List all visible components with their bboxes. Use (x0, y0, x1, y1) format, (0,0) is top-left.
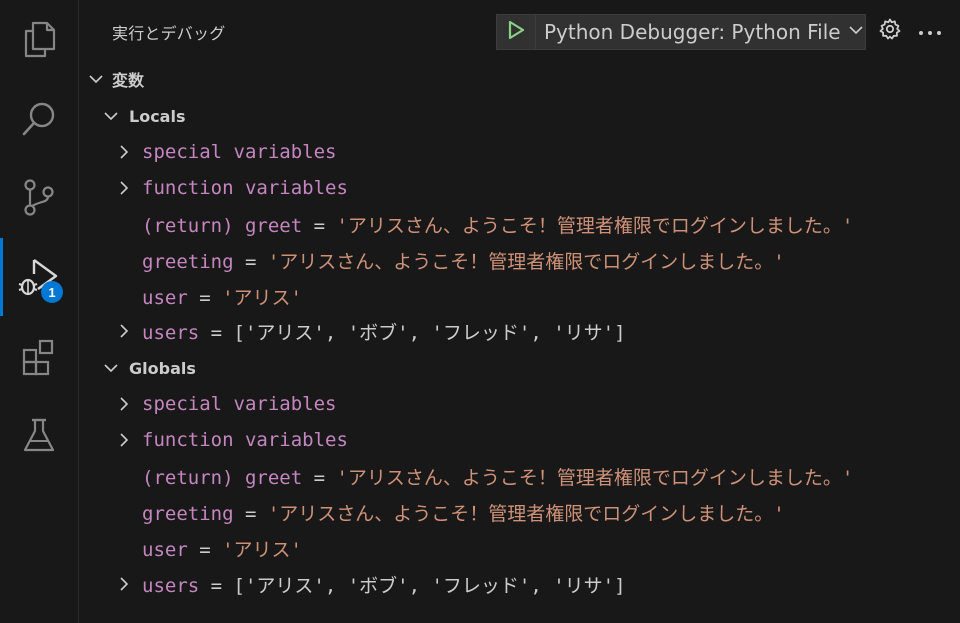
variable-row[interactable]: users = ['アリス', 'ボブ', 'フレッド', 'リサ'] (79, 566, 960, 602)
source-control-icon (19, 177, 59, 217)
files-icon (19, 19, 59, 59)
variable-text: user = 'アリス' (142, 286, 302, 309)
scope-label: Globals (129, 358, 196, 378)
variable-row[interactable]: users = ['アリス', 'ボブ', 'フレッド', 'リサ'] (79, 313, 960, 349)
play-icon (506, 19, 526, 45)
extensions-icon (19, 337, 59, 377)
gear-icon (878, 17, 902, 45)
more-actions-button[interactable] (914, 17, 946, 45)
chevron-down-icon (847, 21, 865, 43)
view-title: 実行とデバッグ (112, 24, 226, 43)
scope-label: Locals (129, 106, 186, 126)
variable-text: function variables (142, 177, 348, 199)
scope-globals[interactable]: Globals (79, 350, 960, 386)
start-debugging-button[interactable] (497, 15, 535, 49)
variable-row[interactable]: greeting = 'アリスさん、ようこそ！管理者権限でログインしました。' (79, 494, 960, 530)
activity-explorer[interactable] (0, 0, 78, 78)
variable-text: (return) greet = 'アリスさん、ようこそ！管理者権限でログインし… (142, 466, 854, 489)
chevron-right-icon (116, 180, 132, 196)
search-icon (19, 99, 59, 139)
scope-locals[interactable]: Locals (79, 98, 960, 134)
variable-row[interactable]: function variables (79, 170, 960, 206)
chevron-down-icon (103, 108, 119, 124)
chevron-right-icon (116, 432, 132, 448)
variable-row[interactable]: (return) greet = 'アリスさん、ようこそ！管理者権限でログインし… (79, 206, 960, 242)
activity-search[interactable] (0, 80, 78, 158)
variable-text: special variables (142, 141, 337, 163)
variable-text: greeting = 'アリスさん、ようこそ！管理者権限でログインしました。' (142, 502, 785, 525)
flask-icon (19, 415, 59, 455)
chevron-right-icon (116, 323, 132, 339)
config-name: Python Debugger: Python File (544, 20, 841, 44)
variable-row[interactable]: special variables (79, 386, 960, 422)
debug-config-picker: Python Debugger: Python File (496, 14, 866, 50)
debug-badge: 1 (41, 281, 63, 303)
open-launch-json-button[interactable] (876, 17, 904, 45)
activity-testing[interactable] (0, 396, 78, 474)
debug-sidebar: 実行とデバッグ Python Debugger: Python File 変数 … (79, 0, 960, 623)
variable-text: user = 'アリス' (142, 538, 302, 561)
variable-row[interactable]: user = 'アリス' (79, 278, 960, 314)
variable-text: special variables (142, 393, 337, 415)
variable-row[interactable]: user = 'アリス' (79, 530, 960, 566)
variable-text: function variables (142, 429, 348, 451)
variable-row[interactable]: (return) greet = 'アリスさん、ようこそ！管理者権限でログインし… (79, 458, 960, 494)
activity-extensions[interactable] (0, 318, 78, 396)
variable-text: greeting = 'アリスさん、ようこそ！管理者権限でログインしました。' (142, 250, 785, 273)
activity-run-debug[interactable]: 1 (0, 238, 78, 316)
activity-bar: 1 (0, 0, 79, 623)
variable-row[interactable]: greeting = 'アリスさん、ようこそ！管理者権限でログインしました。' (79, 242, 960, 278)
variable-row[interactable]: function variables (79, 422, 960, 458)
variables-section-header[interactable]: 変数 (79, 61, 960, 97)
ellipsis-icon (918, 22, 942, 41)
variable-text: users = ['アリス', 'ボブ', 'フレッド', 'リサ'] (142, 574, 626, 597)
chevron-right-icon (116, 144, 132, 160)
variables-title: 変数 (112, 71, 145, 90)
vscode-window: 1 実行とデバッグ Python Debugger: Python File 変… (0, 0, 960, 623)
chevron-down-icon (88, 71, 104, 87)
chevron-right-icon (116, 576, 132, 592)
chevron-down-icon (103, 360, 119, 376)
variable-row[interactable]: special variables (79, 134, 960, 170)
variable-text: (return) greet = 'アリスさん、ようこそ！管理者権限でログインし… (142, 214, 854, 237)
sidebar-header: 実行とデバッグ Python Debugger: Python File (79, 0, 960, 62)
variable-text: users = ['アリス', 'ボブ', 'フレッド', 'リサ'] (142, 321, 626, 344)
activity-source-control[interactable] (0, 158, 78, 236)
config-dropdown[interactable]: Python Debugger: Python File (536, 15, 865, 49)
chevron-right-icon (116, 396, 132, 412)
